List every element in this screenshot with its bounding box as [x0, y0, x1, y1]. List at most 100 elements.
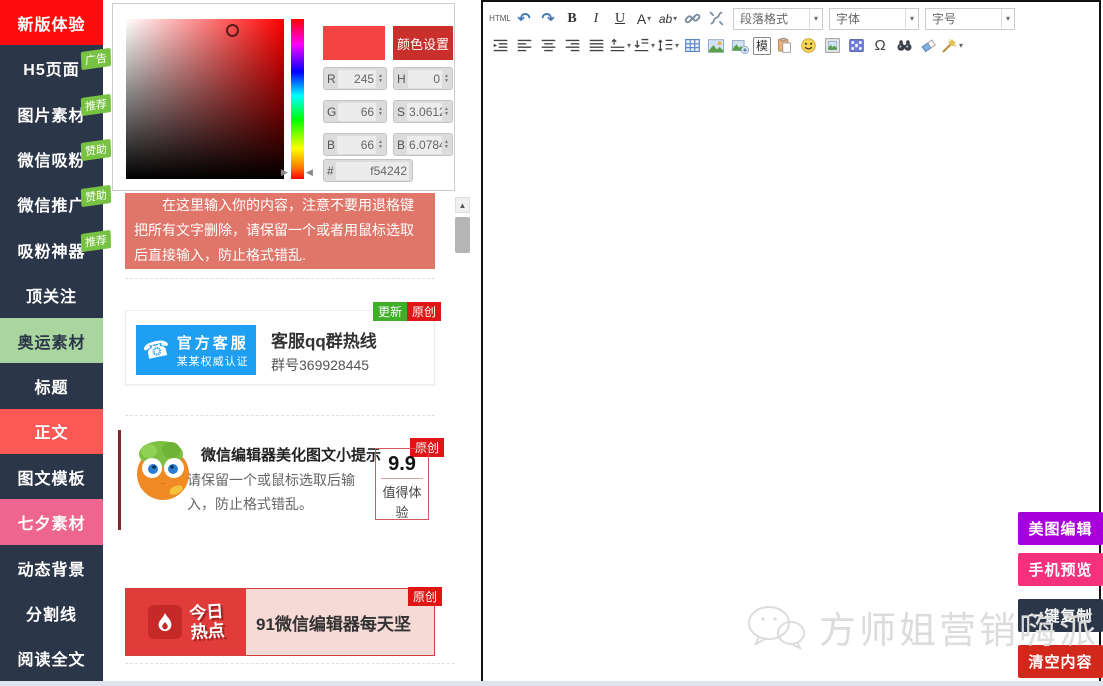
- paragraph-spacing-top-button[interactable]: ▾: [609, 35, 631, 57]
- field-value[interactable]: 6.0784: [407, 136, 442, 154]
- ad-badge: 广告: [81, 48, 111, 70]
- original-tag: 原创: [407, 302, 441, 321]
- special-char-button[interactable]: Ω: [869, 35, 891, 57]
- line-height-button[interactable]: ▾: [657, 35, 679, 57]
- paragraph-format-select[interactable]: 段落格式▾: [733, 8, 823, 30]
- insert-image-button[interactable]: [705, 35, 727, 57]
- sidebar-item-fan-tool[interactable]: 吸粉神器推荐: [0, 227, 103, 272]
- font-color-button[interactable]: A▾: [633, 8, 655, 30]
- field-value[interactable]: f54242: [336, 162, 409, 180]
- paste-button[interactable]: [773, 35, 795, 57]
- format-cleanup-button[interactable]: ▾: [941, 35, 963, 57]
- blue-field[interactable]: B66▲▼: [323, 133, 387, 156]
- html-source-button[interactable]: HTML: [489, 8, 511, 30]
- sidebar-item-wechat-promo[interactable]: 微信推广赞助: [0, 182, 103, 227]
- insert-video-button[interactable]: [845, 35, 867, 57]
- insert-link-button[interactable]: [681, 8, 703, 30]
- hue-arrow-right-icon[interactable]: ◀: [306, 167, 313, 178]
- hue-arrow-left-icon[interactable]: ▶: [281, 167, 288, 178]
- hex-field[interactable]: #f54242: [323, 159, 413, 182]
- one-click-copy-button[interactable]: 一键复制: [1018, 599, 1103, 632]
- chevron-down-icon: ▾: [627, 41, 631, 50]
- sidebar-item-label: 图片素材: [17, 102, 85, 126]
- eraser-button[interactable]: [917, 35, 939, 57]
- stepper-icon[interactable]: ▲▼: [376, 140, 383, 150]
- unlink-button[interactable]: [705, 8, 727, 30]
- field-value[interactable]: 0: [408, 70, 442, 88]
- red-field[interactable]: R245▲▼: [323, 67, 387, 90]
- undo-button[interactable]: ↶: [513, 8, 535, 30]
- scroll-up-button[interactable]: ▲: [455, 197, 470, 213]
- font-family-select[interactable]: 字体▾: [829, 8, 919, 30]
- justify-button[interactable]: [585, 35, 607, 57]
- sidebar-item-top-follow[interactable]: 顶关注: [0, 272, 103, 317]
- field-value[interactable]: 245: [338, 70, 376, 88]
- hue-field[interactable]: H0▲▼: [393, 67, 453, 90]
- sidebar-item-graphic-template[interactable]: 图文模板: [0, 454, 103, 499]
- saturation-value-square[interactable]: [126, 19, 284, 179]
- card-title: 91微信编辑器每天坚: [246, 589, 434, 655]
- color-cursor[interactable]: [226, 24, 239, 37]
- sidebar-item-olympic-material[interactable]: 奥运素材: [0, 318, 103, 363]
- toolbar-row-1: HTML ↶ ↷ B I U A▾ ab▾ 段落格式▾ 字体▾ 字号▾: [489, 5, 1093, 32]
- stepper-icon[interactable]: ▲▼: [442, 140, 449, 150]
- hue-slider[interactable]: [291, 19, 304, 179]
- bold-button[interactable]: B: [561, 8, 583, 30]
- sidebar-item-label: 标题: [34, 374, 68, 398]
- insert-table-button[interactable]: [681, 35, 703, 57]
- template-card-tip[interactable]: 原创 微信编辑器美化图文小提示 请保留一个或鼠标选取后输入，防止格式错乱。 9.…: [125, 430, 435, 530]
- app-window: 新版体验 H5页面广告 图片素材推荐 微信吸粉赞助 微信推广赞助 吸粉神器推荐 …: [0, 0, 1103, 686]
- stepper-icon[interactable]: ▲▼: [376, 107, 383, 117]
- field-label: B: [397, 138, 407, 152]
- editor-content-area[interactable]: [483, 61, 1099, 681]
- highlight-button[interactable]: ab▾: [657, 8, 679, 30]
- recommend-badge: 推荐: [81, 230, 111, 252]
- sidebar-item-body-text[interactable]: 正文: [0, 409, 103, 454]
- screenshot-button[interactable]: [821, 35, 843, 57]
- clear-content-button[interactable]: 清空内容: [1018, 645, 1103, 678]
- beautify-image-button[interactable]: 美图编辑: [1018, 512, 1103, 545]
- emoji-button[interactable]: [797, 35, 819, 57]
- score-value: 9.9: [381, 449, 423, 479]
- saturation-field[interactable]: S3.0612▲▼: [393, 100, 453, 123]
- sidebar-item-dynamic-bg[interactable]: 动态背景: [0, 545, 103, 590]
- insert-online-image-button[interactable]: [729, 35, 751, 57]
- align-center-button[interactable]: [537, 35, 559, 57]
- sidebar-item-divider-line[interactable]: 分割线: [0, 590, 103, 635]
- sidebar-item-qixi-material[interactable]: 七夕素材: [0, 499, 103, 544]
- redo-button[interactable]: ↷: [537, 8, 559, 30]
- sidebar-item-read-all[interactable]: 阅读全文: [0, 636, 103, 681]
- sponsor-badge: 赞助: [81, 184, 111, 206]
- template-button[interactable]: 模: [753, 37, 771, 55]
- rich-text-editor: HTML ↶ ↷ B I U A▾ ab▾ 段落格式▾ 字体▾ 字号▾: [481, 0, 1101, 684]
- field-value[interactable]: 3.0612: [407, 103, 442, 121]
- paragraph-spacing-bottom-button[interactable]: ▾: [633, 35, 655, 57]
- sidebar-item-new-version[interactable]: 新版体验: [0, 0, 103, 45]
- green-field[interactable]: G66▲▼: [323, 100, 387, 123]
- italic-button[interactable]: I: [585, 8, 607, 30]
- sidebar-item-label: 正文: [34, 419, 68, 443]
- bird-mascot-image: [131, 438, 195, 502]
- chevron-down-icon: ▾: [647, 14, 651, 23]
- stepper-icon[interactable]: ▲▼: [376, 74, 383, 84]
- field-value[interactable]: 66: [338, 103, 376, 121]
- color-settings-button[interactable]: 颜色设置: [393, 26, 453, 60]
- find-replace-button[interactable]: [893, 35, 915, 57]
- stepper-icon[interactable]: ▲▼: [442, 74, 449, 84]
- align-right-button[interactable]: [561, 35, 583, 57]
- field-value[interactable]: 66: [337, 136, 376, 154]
- template-card-hotspot[interactable]: 原创 今日 热点 91微信编辑器每天坚: [125, 588, 435, 656]
- sidebar-item-image-material[interactable]: 图片素材推荐: [0, 91, 103, 136]
- template-card-service[interactable]: 更新 原创 ☎ 官方客服 某某权威认证 客服qq群热线 群号369928445: [125, 310, 435, 385]
- mobile-preview-button[interactable]: 手机预览: [1018, 553, 1103, 586]
- font-size-select[interactable]: 字号▾: [925, 8, 1015, 30]
- scrollbar-thumb[interactable]: [455, 217, 470, 253]
- sidebar-item-title[interactable]: 标题: [0, 363, 103, 408]
- indent-button[interactable]: [489, 35, 511, 57]
- stepper-icon[interactable]: ▲▼: [442, 107, 449, 117]
- underline-button[interactable]: U: [609, 8, 631, 30]
- brightness-field[interactable]: B6.0784▲▼: [393, 133, 453, 156]
- align-left-button[interactable]: [513, 35, 535, 57]
- sidebar-item-h5-page[interactable]: H5页面广告: [0, 45, 103, 90]
- sidebar-item-wechat-fans[interactable]: 微信吸粉赞助: [0, 136, 103, 181]
